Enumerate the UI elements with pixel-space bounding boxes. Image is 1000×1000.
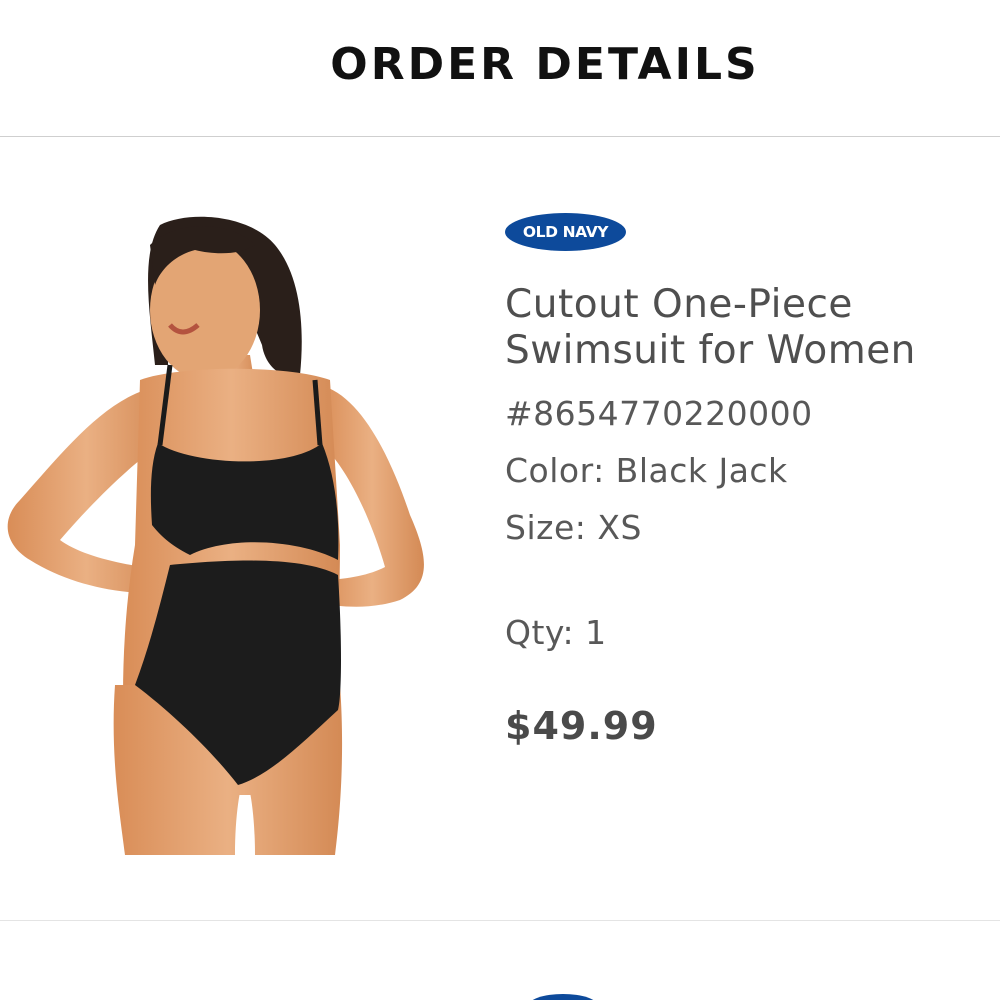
- header: ORDER DETAILS: [0, 0, 1000, 137]
- product-quantity: Qty: 1: [505, 613, 607, 652]
- product-sku: #8654770220000: [505, 394, 813, 433]
- page-title: ORDER DETAILS: [330, 38, 760, 90]
- order-item[interactable]: OLD NAVY Cutout One-Piece Swimsuit for W…: [0, 137, 1000, 921]
- order-details-page: ORDER DETAILS OLD NAVY Cutout One-Piece …: [0, 0, 1000, 1000]
- next-item-brand-logo: [528, 994, 598, 1000]
- product-image[interactable]: [0, 215, 470, 855]
- product-price: $49.99: [505, 704, 658, 748]
- product-name-line-1: Cutout One-Piece: [505, 282, 853, 327]
- product-name-line-2: Swimsuit for Women: [505, 328, 916, 373]
- product-size: Size: XS: [505, 508, 642, 547]
- product-color: Color: Black Jack: [505, 451, 788, 490]
- product-details: OLD NAVY Cutout One-Piece Swimsuit for W…: [505, 213, 985, 748]
- product-name[interactable]: Cutout One-Piece Swimsuit for Women: [505, 282, 985, 374]
- swimsuit-photo: [7, 216, 424, 855]
- brand-logo: OLD NAVY: [505, 213, 626, 251]
